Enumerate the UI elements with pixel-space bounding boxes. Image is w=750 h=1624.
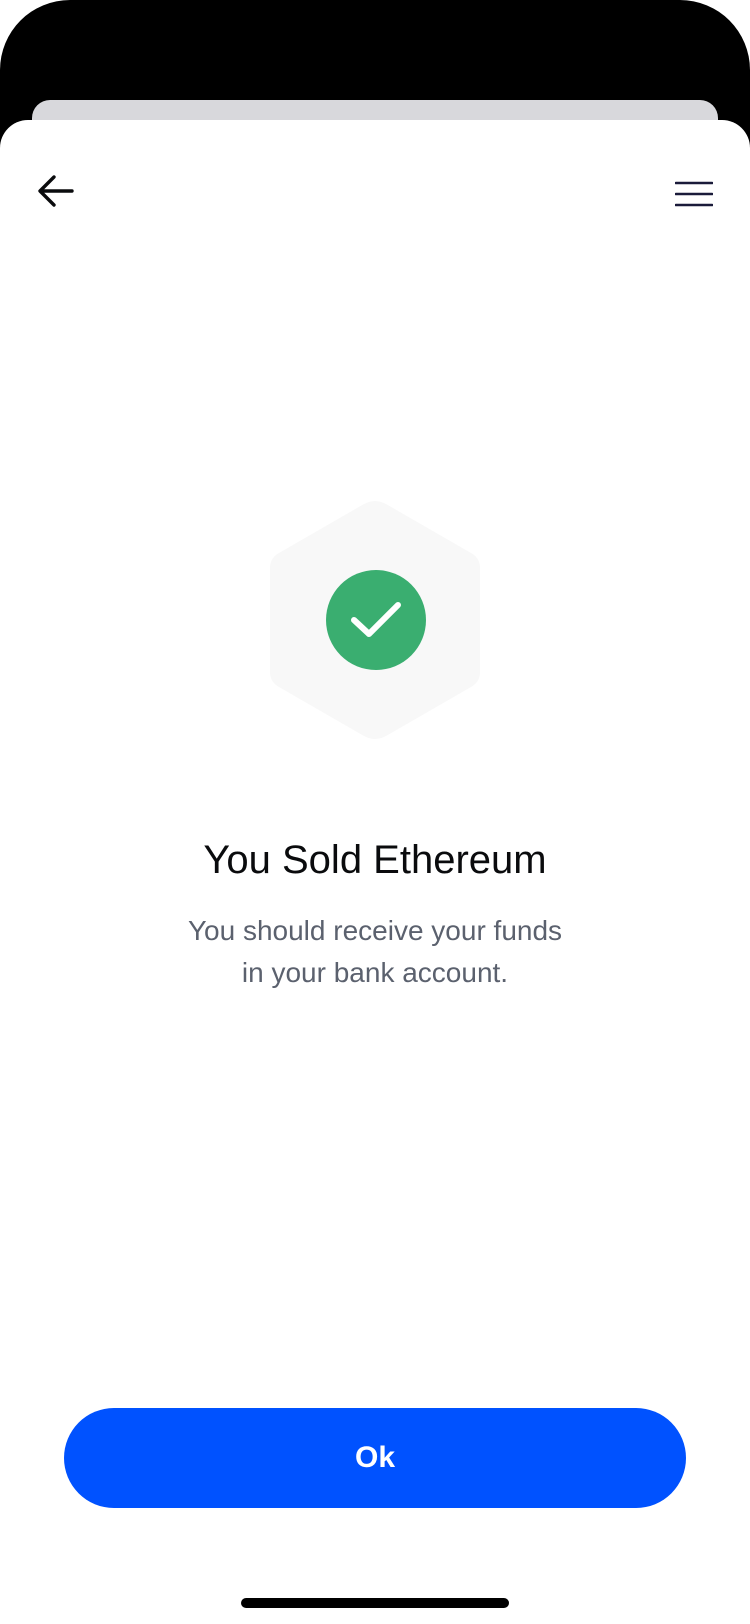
back-button[interactable] xyxy=(28,163,84,219)
success-message-line1: You should receive your funds xyxy=(187,915,563,946)
ok-button[interactable]: Ok xyxy=(64,1408,686,1508)
success-message: You should receive your funds in your ba… xyxy=(155,910,595,994)
hamburger-menu-icon xyxy=(675,181,713,207)
success-message-line2: in your bank account. xyxy=(241,957,509,988)
success-title: You Sold Ethereum xyxy=(203,838,547,882)
success-check-circle xyxy=(326,570,426,670)
home-indicator xyxy=(241,1598,509,1608)
arrow-left-icon xyxy=(38,175,74,207)
menu-button[interactable] xyxy=(666,166,722,222)
checkmark-icon xyxy=(351,602,401,637)
